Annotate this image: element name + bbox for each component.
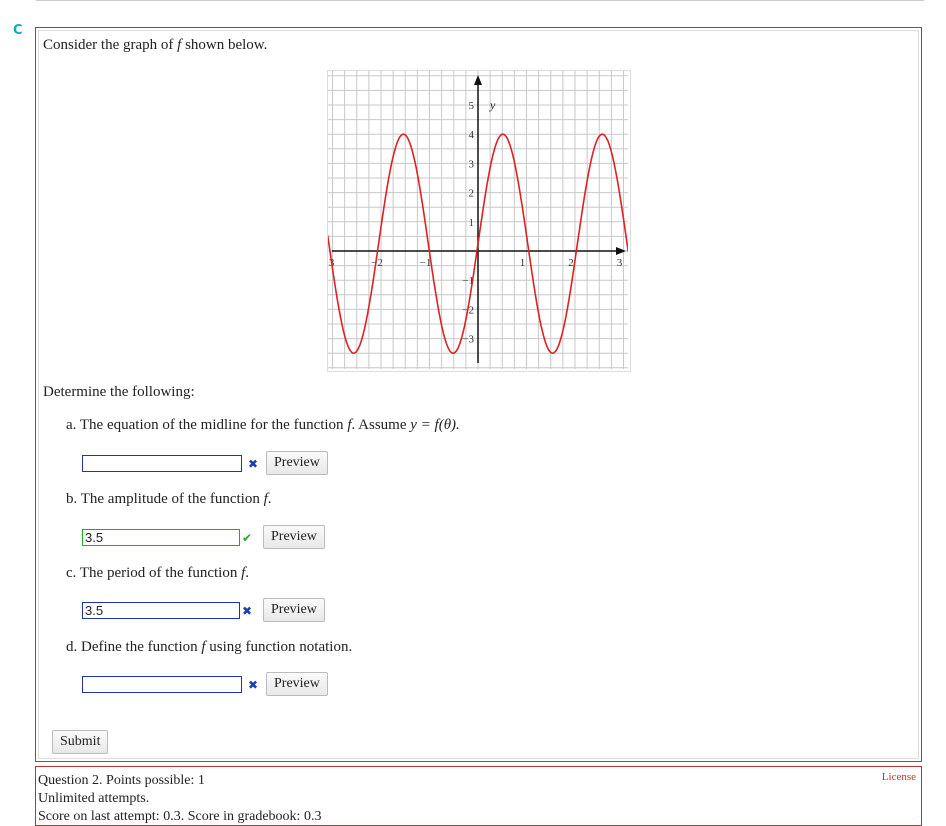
part-d-suffix: using function notation. (205, 639, 353, 655)
x-mark-icon: ✖ (248, 678, 259, 692)
x-mark-icon: ✖ (242, 604, 253, 618)
part-d-answer-input[interactable] (82, 676, 242, 693)
part-b-preview-button[interactable]: Preview (263, 525, 325, 549)
part-a-preview-button[interactable]: Preview (266, 451, 328, 475)
next-question-score: Score on last attempt: 0.3. Score in gra… (38, 809, 322, 824)
part-d-preview-button[interactable]: Preview (266, 672, 328, 696)
x-tick-label: −1 (420, 257, 432, 269)
next-question-title: Question 2. Points possible: 1 (38, 773, 205, 788)
top-divider (36, 0, 924, 1)
y-axis-arrow (474, 75, 482, 85)
next-question-box: Question 2. Points possible: 1 Unlimited… (35, 766, 922, 826)
part-c-preview-button[interactable]: Preview (263, 598, 325, 622)
part-a-label: a. The equation of the midline for the f… (66, 417, 460, 434)
part-d-label: d. Define the function f using function … (66, 639, 352, 656)
refresh-icon[interactable]: C (13, 24, 27, 38)
x-tick-label: 1 (520, 257, 526, 269)
part-c-answer-input[interactable]: 3.5 (82, 602, 240, 619)
next-question-attempts: Unlimited attempts. (38, 791, 150, 806)
submit-button[interactable]: Submit (52, 730, 109, 754)
y-axis-label: y (489, 98, 496, 112)
part-d-text: d. Define the function (66, 639, 202, 655)
graph-svg: −4−3−2−1123454321−1−2−3yθ (274, 71, 677, 369)
y-tick-label: 3 (469, 158, 475, 170)
x-axis-arrow (616, 247, 626, 255)
part-a-extra: y = f(θ). (410, 417, 460, 433)
x-mark-icon: ✖ (248, 457, 259, 471)
part-b-label: b. The amplitude of the function f. (66, 491, 272, 508)
part-a-answer-input[interactable] (82, 455, 242, 472)
question-box: Consider the graph of f shown below. −4−… (35, 27, 922, 762)
part-a-text: a. The equation of the midline for the f… (66, 417, 348, 433)
part-a-suffix: . Assume (351, 417, 411, 433)
intro-suffix: shown below. (181, 37, 268, 53)
y-tick-label: 2 (469, 188, 475, 200)
y-tick-label: 4 (469, 129, 475, 141)
x-tick-label: 2 (568, 257, 574, 269)
determine-label: Determine the following: (43, 384, 195, 400)
part-b-suffix: . (267, 491, 272, 507)
part-c-label: c. The period of the function f. (66, 565, 249, 582)
x-tick-label: 3 (617, 257, 623, 269)
license-link[interactable]: License (882, 771, 916, 783)
part-c-suffix: . (245, 565, 250, 581)
function-graph: −4−3−2−1123454321−1−2−3yθ (274, 70, 677, 372)
part-c-text: c. The period of the function (66, 565, 242, 581)
y-tick-label: 5 (469, 100, 475, 112)
part-b-text: b. The amplitude of the function (66, 491, 264, 507)
y-tick-label: 1 (469, 217, 475, 229)
question-intro: Consider the graph of f shown below. (43, 37, 267, 54)
y-tick-label: −3 (462, 334, 474, 346)
intro-text: Consider the graph of (43, 37, 178, 53)
part-b-answer-input[interactable]: 3.5 (82, 529, 240, 546)
check-mark-icon: ✔ (242, 531, 253, 545)
